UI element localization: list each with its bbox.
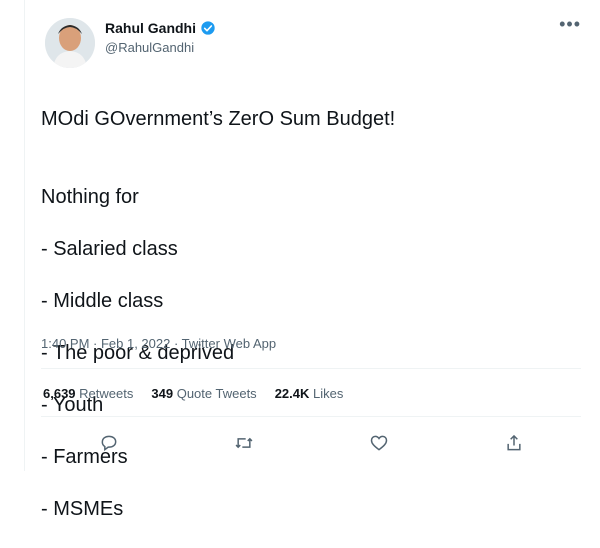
divider (41, 416, 581, 417)
quotes-stat[interactable]: 349 Quote Tweets (151, 386, 256, 401)
engagement-stats: 6,639 Retweets 349 Quote Tweets 22.4K Li… (43, 386, 343, 401)
author-handle[interactable]: @RahulGandhi (105, 40, 194, 55)
author-name[interactable]: Rahul Gandhi (105, 20, 196, 36)
tweet-intro: Nothing for (41, 186, 139, 208)
tweet-card: Rahul Gandhi @RahulGandhi ••• MOdi GOver… (24, 0, 600, 520)
quotes-count: 349 (151, 386, 174, 401)
verified-badge-icon (201, 21, 215, 35)
share-button[interactable] (503, 432, 525, 454)
retweets-stat[interactable]: 6,639 Retweets (43, 386, 133, 401)
likes-stat[interactable]: 22.4K Likes (275, 386, 344, 401)
list-item: - Salaried class (41, 238, 178, 260)
more-options-icon[interactable]: ••• (559, 14, 581, 35)
divider (41, 368, 581, 369)
like-button[interactable] (368, 432, 390, 454)
tweet-headline: MOdi GOvernment’s ZerO Sum Budget! (41, 108, 396, 130)
likes-count: 22.4K (274, 386, 310, 401)
reply-icon (101, 435, 116, 452)
author-row: Rahul Gandhi (105, 20, 216, 36)
retweet-button[interactable] (233, 432, 255, 454)
list-item: - Middle class (41, 290, 164, 312)
tweet-actions (41, 428, 581, 458)
reply-button[interactable] (98, 432, 120, 454)
tweet-timestamp[interactable]: 1:40 PM · Feb 1, 2022 · Twitter Web App (41, 336, 276, 351)
likes-label: Likes (313, 386, 344, 401)
quotes-label: Quote Tweets (176, 386, 257, 401)
share-icon (506, 434, 521, 451)
retweets-count: 6,639 (43, 386, 76, 401)
like-icon (370, 435, 387, 451)
retweet-icon (235, 437, 252, 449)
avatar-image (45, 18, 95, 68)
avatar[interactable] (45, 18, 95, 68)
retweets-label: Retweets (79, 386, 134, 401)
list-item: - MSMEs (41, 498, 124, 520)
tweet-text: MOdi GOvernment’s ZerO Sum Budget! Nothi… (41, 80, 581, 548)
